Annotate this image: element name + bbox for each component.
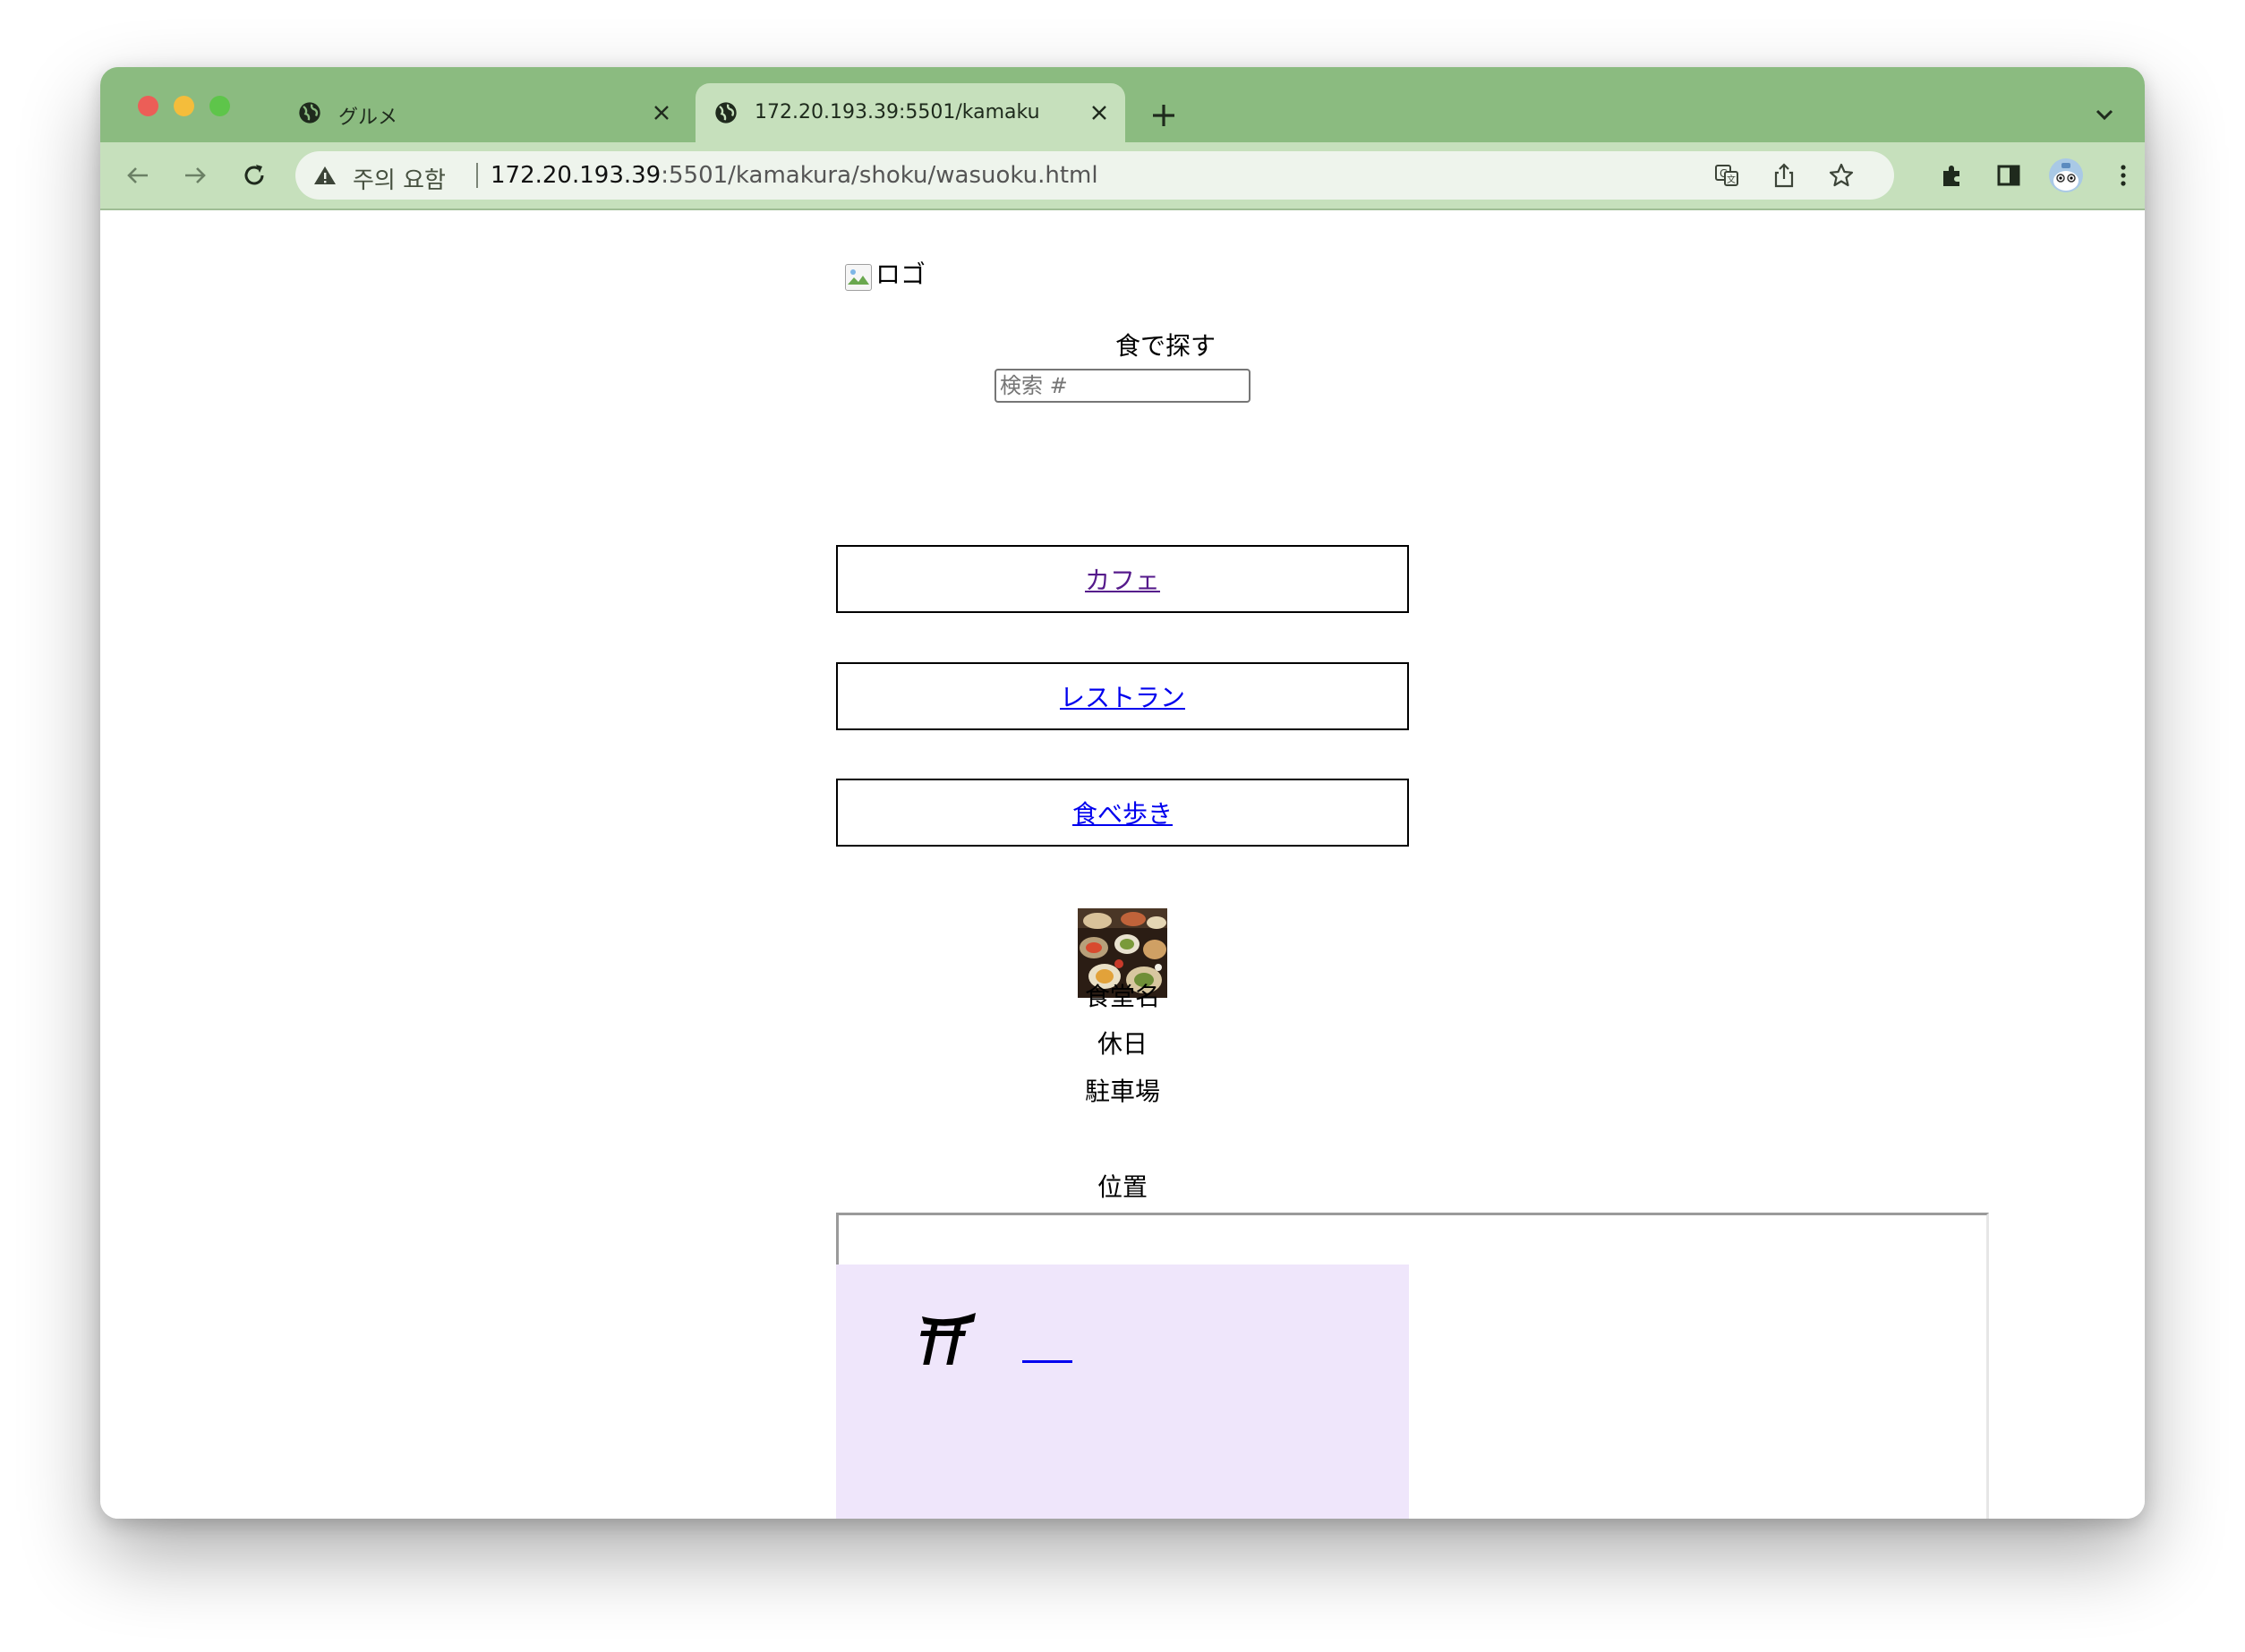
close-tab-icon[interactable]: [648, 99, 675, 126]
translate-icon[interactable]: G文: [1713, 162, 1740, 189]
logo-alt-text: ロゴ: [875, 260, 926, 289]
globe-icon: [299, 102, 320, 123]
side-panel-icon[interactable]: [1991, 158, 2027, 193]
new-tab-icon[interactable]: [1148, 99, 1180, 132]
restaurant-name: 食堂名: [1084, 982, 1160, 1011]
footer-link[interactable]: [1022, 1360, 1072, 1363]
close-window-button[interactable]: [138, 96, 158, 116]
category-food-walk-box: 食べ歩き: [836, 779, 1409, 847]
tab-strip: グルメ 172.20.193.39:5501/kamakura/: [100, 67, 2145, 142]
maximize-window-button[interactable]: [209, 96, 230, 116]
browser-window: グルメ 172.20.193.39:5501/kamakura/ 주의 요함 1…: [100, 67, 2145, 1519]
location-label: 位置: [1097, 1172, 1148, 1202]
search-input[interactable]: [994, 369, 1251, 403]
warning-icon[interactable]: [313, 165, 337, 186]
tab-gourmet[interactable]: グルメ: [279, 83, 687, 142]
url-host: 172.20.193.39: [491, 162, 662, 189]
address-separator: [476, 163, 478, 188]
minimize-window-button[interactable]: [174, 96, 194, 116]
torii-gate-icon[interactable]: [917, 1311, 979, 1367]
extensions-icon[interactable]: [1934, 158, 1970, 193]
svg-text:文: 文: [1727, 174, 1736, 185]
category-restaurant-box: レストラン: [836, 662, 1409, 730]
back-icon[interactable]: [120, 158, 156, 193]
forward-icon[interactable]: [177, 158, 213, 193]
category-link-cafe[interactable]: カフェ: [1085, 561, 1160, 597]
url-text[interactable]: 172.20.193.39:5501/kamakura/shoku/wasuok…: [491, 162, 1098, 189]
chevron-down-icon[interactable]: [2091, 101, 2118, 128]
parking-label: 駐車場: [1084, 1077, 1160, 1106]
logo-image: ロゴ: [845, 255, 926, 291]
globe-icon: [715, 102, 737, 123]
share-icon[interactable]: [1771, 162, 1797, 189]
tab-active[interactable]: 172.20.193.39:5501/kamakura/: [696, 83, 1125, 142]
category-link-restaurant[interactable]: レストラン: [1060, 678, 1185, 714]
browser-toolbar: 주의 요함 172.20.193.39:5501/kamakura/shoku/…: [100, 142, 2145, 210]
url-path: :5501/kamakura/shoku/wasuoku.html: [661, 162, 1098, 189]
page-content: ロゴ 食で探す カフェ レストラン 食べ歩き: [100, 210, 2145, 1519]
category-link-food-walk[interactable]: 食べ歩き: [1072, 795, 1173, 830]
reload-icon[interactable]: [236, 158, 272, 193]
footer: [836, 1265, 1409, 1519]
tab-title: 172.20.193.39:5501/kamakura/: [755, 101, 1041, 123]
page-title: 食で探す: [1114, 331, 1216, 361]
holiday-label: 休日: [1097, 1029, 1148, 1059]
tab-title: グルメ: [338, 106, 398, 129]
bookmark-star-icon[interactable]: [1828, 162, 1855, 189]
broken-image-icon: [845, 264, 872, 291]
category-cafe-box: カフェ: [836, 545, 1409, 613]
security-label[interactable]: 주의 요함: [353, 162, 446, 195]
close-tab-icon[interactable]: [1086, 99, 1113, 126]
address-bar[interactable]: 주의 요함 172.20.193.39:5501/kamakura/shoku/…: [295, 151, 1894, 200]
profile-avatar[interactable]: [2048, 158, 2084, 193]
menu-kebab-icon[interactable]: [2105, 158, 2141, 193]
